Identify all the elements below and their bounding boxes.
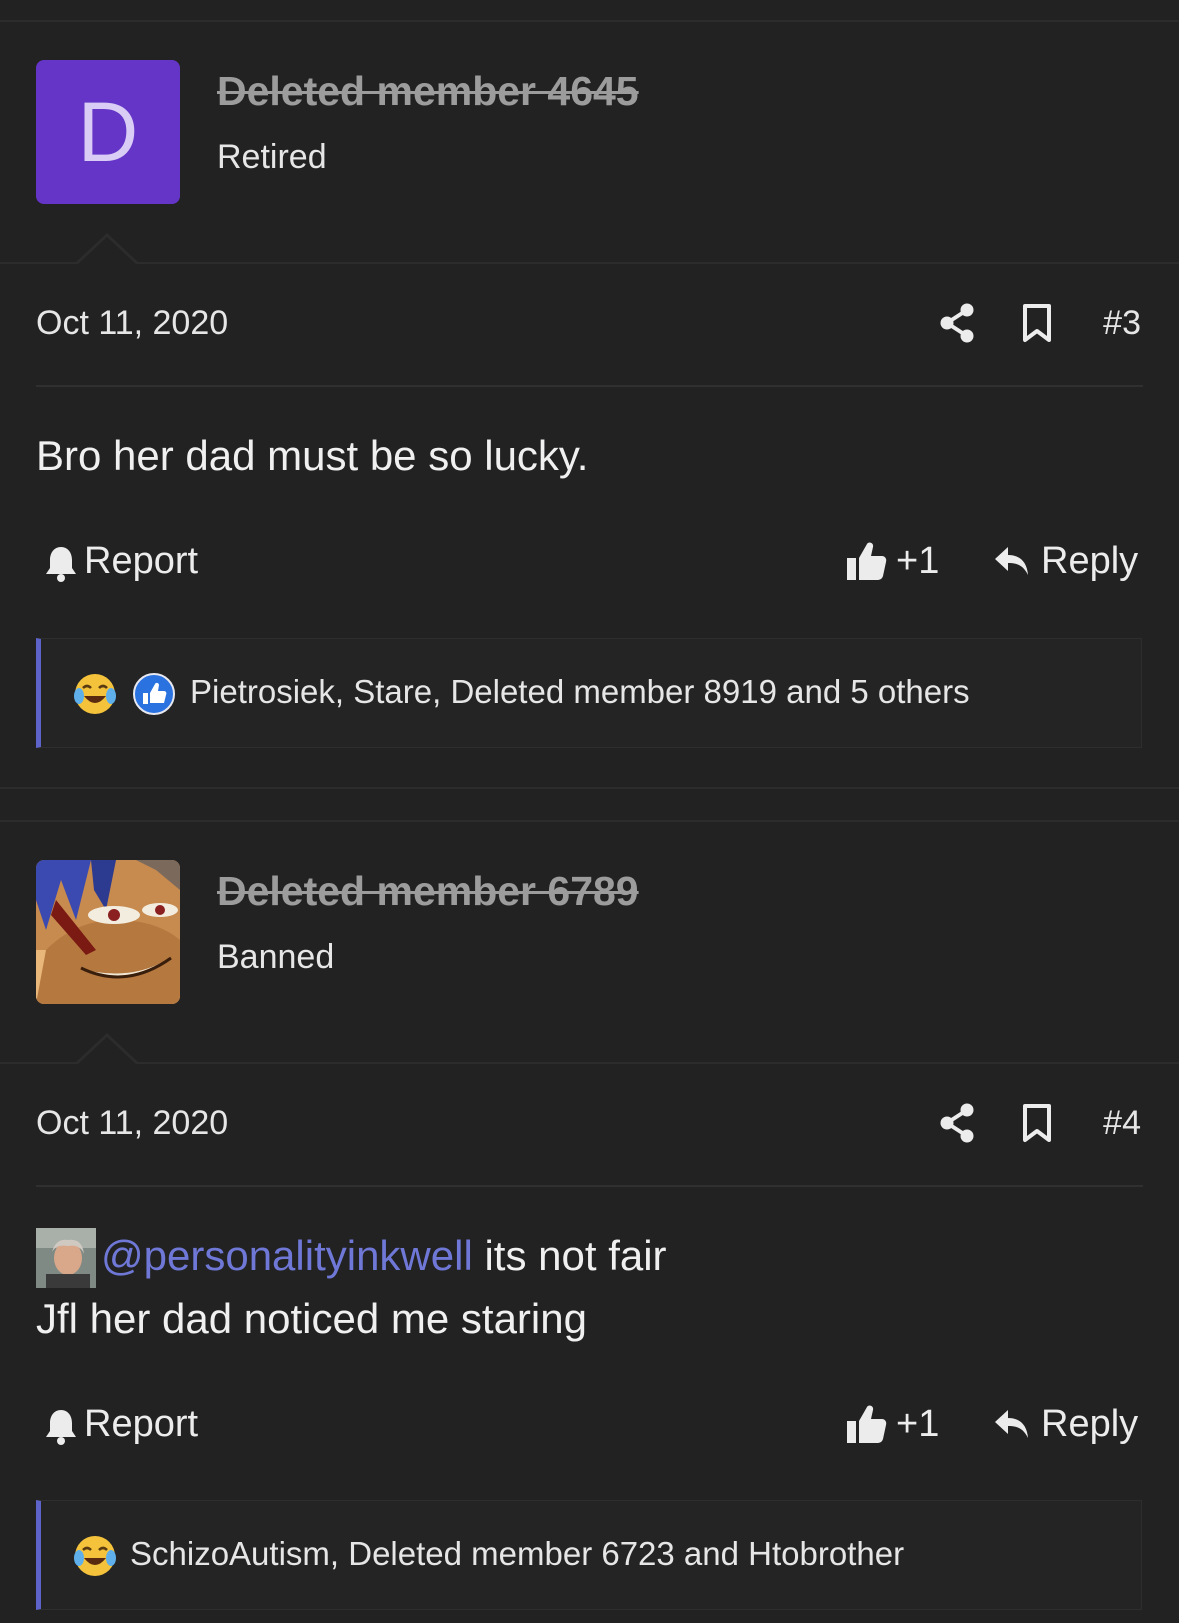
bookmark-icon[interactable] xyxy=(1022,1103,1052,1143)
thumbs-up-icon[interactable] xyxy=(845,1403,887,1445)
reactions-bar[interactable]: Pietrosiek, Stare, Deleted member 8919 a… xyxy=(36,638,1142,748)
like-reaction-icon xyxy=(133,673,175,715)
bookmark-icon[interactable] xyxy=(1022,303,1052,343)
username[interactable]: Deleted member 4645 xyxy=(217,68,639,115)
pointer-arrow-fill xyxy=(77,1037,137,1065)
mention-avatar[interactable] xyxy=(36,1228,96,1288)
reactions-bar[interactable]: SchizoAutism, Deleted member 6723 and Ht… xyxy=(36,1500,1142,1610)
divider xyxy=(0,1062,1179,1064)
laughing-crying-emoji-icon xyxy=(74,674,116,714)
separator xyxy=(36,385,1143,387)
share-icon[interactable] xyxy=(939,303,975,343)
post-message: Bro her dad must be so lucky. xyxy=(36,432,589,479)
avatar-letter: D xyxy=(77,85,139,179)
bell-icon[interactable] xyxy=(44,1407,78,1445)
anime-character-avatar xyxy=(36,860,180,1004)
reply-icon[interactable] xyxy=(993,1408,1031,1442)
thumbs-up-icon[interactable] xyxy=(845,540,887,582)
avatar-image[interactable] xyxy=(36,860,180,1004)
reply-button[interactable]: Reply xyxy=(1041,540,1138,583)
divider xyxy=(0,262,1179,264)
report-button[interactable]: Report xyxy=(84,540,198,583)
bell-icon[interactable] xyxy=(44,544,78,582)
message-text: its not fair xyxy=(472,1232,667,1279)
report-button[interactable]: Report xyxy=(84,1403,198,1446)
reaction-users[interactable]: Pietrosiek, Stare, Deleted member 8919 a… xyxy=(190,673,970,711)
divider xyxy=(0,787,1179,789)
post-number[interactable]: #3 xyxy=(1103,304,1141,343)
laughing-crying-emoji-icon xyxy=(74,1536,116,1576)
share-icon[interactable] xyxy=(939,1103,975,1143)
reply-button[interactable]: Reply xyxy=(1041,1403,1138,1446)
post-number[interactable]: #4 xyxy=(1103,1104,1141,1143)
separator xyxy=(36,1185,1143,1187)
divider xyxy=(0,820,1179,822)
like-count[interactable]: +1 xyxy=(896,1403,939,1446)
avatar[interactable]: D xyxy=(36,60,180,204)
post-date[interactable]: Oct 11, 2020 xyxy=(36,304,228,343)
divider xyxy=(0,20,1179,22)
username[interactable]: Deleted member 6789 xyxy=(217,868,639,915)
like-count[interactable]: +1 xyxy=(896,540,939,583)
post-message-line-2: Jfl her dad noticed me staring xyxy=(36,1295,587,1342)
pointer-arrow-fill xyxy=(77,237,137,265)
reaction-users[interactable]: SchizoAutism, Deleted member 6723 and Ht… xyxy=(130,1535,904,1573)
post-date[interactable]: Oct 11, 2020 xyxy=(36,1104,228,1143)
reply-icon[interactable] xyxy=(993,545,1031,579)
user-mention-link[interactable]: @personalityinkwell xyxy=(101,1232,473,1279)
user-title: Banned xyxy=(217,938,335,976)
user-title: Retired xyxy=(217,138,327,176)
post-message-line-1: @personalityinkwell its not fair xyxy=(101,1232,667,1280)
